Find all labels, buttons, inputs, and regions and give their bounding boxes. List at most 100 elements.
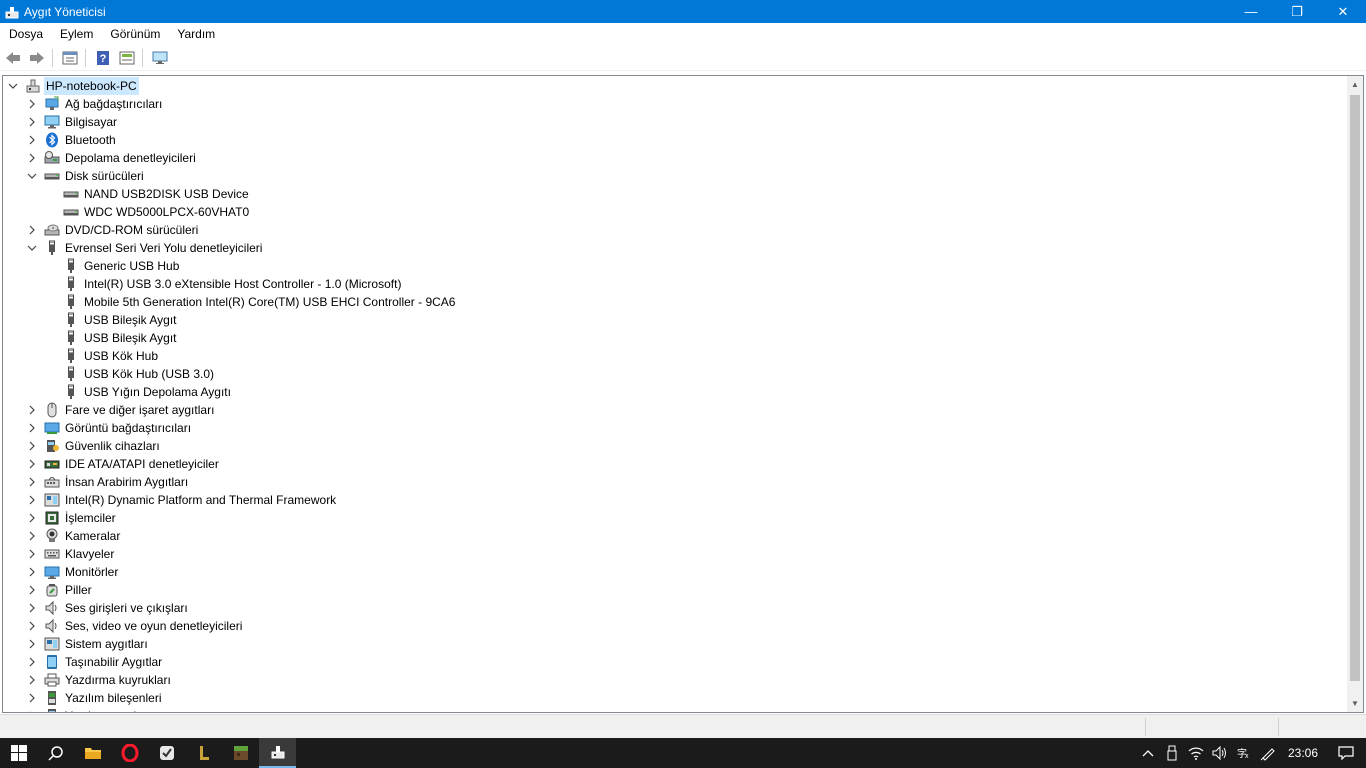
tree-root-label[interactable]: HP-notebook-PC: [44, 77, 139, 95]
tree-item-label[interactable]: Taşınabilir Aygıtlar: [63, 653, 164, 671]
tree-category[interactable]: Ağ bağdaştırıcıları: [26, 95, 164, 113]
tree-item-label[interactable]: Sistem aygıtları: [63, 635, 150, 653]
expand-chevron-icon[interactable]: [26, 563, 38, 581]
tree-item-label[interactable]: Ağ bağdaştırıcıları: [63, 95, 164, 113]
tree-item-label[interactable]: İnsan Arabirim Aygıtları: [63, 473, 190, 491]
tree-category[interactable]: Klavyeler: [26, 545, 116, 563]
tree-item-label[interactable]: Ses, video ve oyun denetleyicileri: [63, 617, 244, 635]
tree-item-label[interactable]: Yazılım bileşenleri: [63, 689, 163, 707]
tree-item-label[interactable]: USB Bileşik Aygıt: [82, 329, 178, 347]
opera-button[interactable]: [111, 738, 148, 768]
forward-button[interactable]: [26, 47, 48, 69]
collapse-chevron-icon[interactable]: [26, 239, 38, 257]
tree-device[interactable]: Intel(R) USB 3.0 eXtensible Host Control…: [45, 275, 403, 293]
menu-eylem[interactable]: Eylem: [51, 23, 101, 45]
wifi-tray-button[interactable]: [1184, 738, 1208, 768]
volume-tray-button[interactable]: [1208, 738, 1232, 768]
expand-chevron-icon[interactable]: [26, 545, 38, 563]
tree-item-label[interactable]: Bilgisayar: [63, 113, 119, 131]
tree-item-label[interactable]: Fare ve diğer işaret aygıtları: [63, 401, 216, 419]
tree-device[interactable]: USB Yığın Depolama Aygıtı: [45, 383, 233, 401]
expand-chevron-icon[interactable]: [26, 455, 38, 473]
collapse-chevron-icon[interactable]: [26, 167, 38, 185]
file-explorer-button[interactable]: [74, 738, 111, 768]
scan-hardware-button[interactable]: [149, 47, 171, 69]
expand-chevron-icon[interactable]: [26, 221, 38, 239]
tree-item-label[interactable]: Güvenlik cihazları: [63, 437, 162, 455]
tree-category[interactable]: Monitörler: [26, 563, 120, 581]
tree-item-label[interactable]: USB Bileşik Aygıt: [82, 311, 178, 329]
expand-chevron-icon[interactable]: [26, 707, 38, 712]
expand-chevron-icon[interactable]: [26, 95, 38, 113]
vertical-scrollbar[interactable]: ▲ ▼: [1347, 76, 1363, 712]
start-button[interactable]: [0, 738, 37, 768]
tree-item-label[interactable]: Yazdırma kuyrukları: [63, 671, 173, 689]
tree-category[interactable]: İşlemciler: [26, 509, 118, 527]
tree-item-label[interactable]: NAND USB2DISK USB Device: [82, 185, 251, 203]
tree-item-label[interactable]: USB Yığın Depolama Aygıtı: [82, 383, 233, 401]
tree-device[interactable]: USB Bileşik Aygıt: [45, 329, 178, 347]
tree-category[interactable]: Ses, video ve oyun denetleyicileri: [26, 617, 244, 635]
expand-chevron-icon[interactable]: [26, 599, 38, 617]
device-manager-taskbar-button[interactable]: [259, 738, 296, 768]
tree-device[interactable]: WDC WD5000LPCX-60VHAT0: [45, 203, 251, 221]
tree-item-label[interactable]: WDC WD5000LPCX-60VHAT0: [82, 203, 251, 221]
close-button[interactable]: ✕: [1320, 0, 1366, 23]
tree-item-label[interactable]: DVD/CD-ROM sürücüleri: [63, 221, 200, 239]
expand-chevron-icon[interactable]: [26, 653, 38, 671]
tree-item-label[interactable]: Ses girişleri ve çıkışları: [63, 599, 190, 617]
tree-item-label[interactable]: USB Kök Hub: [82, 347, 160, 365]
tree-item-label[interactable]: Yazılım aygıtları: [63, 707, 152, 712]
expand-chevron-icon[interactable]: [26, 113, 38, 131]
clock[interactable]: 23:06: [1280, 746, 1326, 760]
usb-device-tray-button[interactable]: [1160, 738, 1184, 768]
tree-item-label[interactable]: Bluetooth: [63, 131, 118, 149]
tree-item-label[interactable]: Generic USB Hub: [82, 257, 181, 275]
tree-category[interactable]: Kameralar: [26, 527, 122, 545]
minecraft-button[interactable]: [222, 738, 259, 768]
expand-chevron-icon[interactable]: [26, 671, 38, 689]
tree-category[interactable]: Ses girişleri ve çıkışları: [26, 599, 190, 617]
menu-gorunum[interactable]: Görünüm: [101, 23, 168, 45]
expand-chevron-icon[interactable]: [26, 635, 38, 653]
expand-chevron-icon[interactable]: [26, 581, 38, 599]
expand-chevron-icon[interactable]: [26, 689, 38, 707]
tree-item-label[interactable]: Depolama denetleyicileri: [63, 149, 198, 167]
back-button[interactable]: [2, 47, 24, 69]
tree-device[interactable]: NAND USB2DISK USB Device: [45, 185, 251, 203]
app-check-button[interactable]: [148, 738, 185, 768]
search-button[interactable]: [37, 738, 74, 768]
expand-chevron-icon[interactable]: [26, 419, 38, 437]
tree-category[interactable]: Yazılım bileşenleri: [26, 689, 163, 707]
expand-chevron-icon[interactable]: [26, 509, 38, 527]
tree-category[interactable]: DVD/CD-ROM sürücüleri: [26, 221, 200, 239]
expand-chevron-icon[interactable]: [26, 131, 38, 149]
tree-category[interactable]: Sistem aygıtları: [26, 635, 150, 653]
tree-category[interactable]: Güvenlik cihazları: [26, 437, 162, 455]
tree-category[interactable]: Piller: [26, 581, 94, 599]
app-l-button[interactable]: [185, 738, 222, 768]
maximize-button[interactable]: ❐: [1274, 0, 1320, 23]
tree-category[interactable]: Evrensel Seri Veri Yolu denetleyicileri: [26, 239, 264, 257]
tree-item-label[interactable]: Evrensel Seri Veri Yolu denetleyicileri: [63, 239, 264, 257]
tree-category[interactable]: Bilgisayar: [26, 113, 119, 131]
input-language-tray-button[interactable]: 字x: [1232, 738, 1256, 768]
expand-chevron-icon[interactable]: [26, 401, 38, 419]
tree-item-label[interactable]: USB Kök Hub (USB 3.0): [82, 365, 216, 383]
expand-chevron-icon[interactable]: [26, 617, 38, 635]
tree-category[interactable]: Intel(R) Dynamic Platform and Thermal Fr…: [26, 491, 338, 509]
expand-chevron-icon[interactable]: [26, 473, 38, 491]
tree-item-label[interactable]: Intel(R) USB 3.0 eXtensible Host Control…: [82, 275, 403, 293]
tree-device[interactable]: USB Bileşik Aygıt: [45, 311, 178, 329]
tree-category[interactable]: Taşınabilir Aygıtlar: [26, 653, 164, 671]
scroll-up-icon[interactable]: ▲: [1347, 76, 1363, 93]
scroll-down-icon[interactable]: ▼: [1347, 695, 1363, 712]
tree-root[interactable]: HP-notebook-PC: [7, 77, 139, 95]
tree-item-label[interactable]: Intel(R) Dynamic Platform and Thermal Fr…: [63, 491, 338, 509]
tree-item-label[interactable]: Disk sürücüleri: [63, 167, 146, 185]
tree-item-label[interactable]: Görüntü bağdaştırıcıları: [63, 419, 193, 437]
tree-category[interactable]: Fare ve diğer işaret aygıtları: [26, 401, 216, 419]
expand-chevron-icon[interactable]: [26, 527, 38, 545]
tree-device[interactable]: Mobile 5th Generation Intel(R) Core(TM) …: [45, 293, 457, 311]
tree-category[interactable]: Görüntü bağdaştırıcıları: [26, 419, 193, 437]
